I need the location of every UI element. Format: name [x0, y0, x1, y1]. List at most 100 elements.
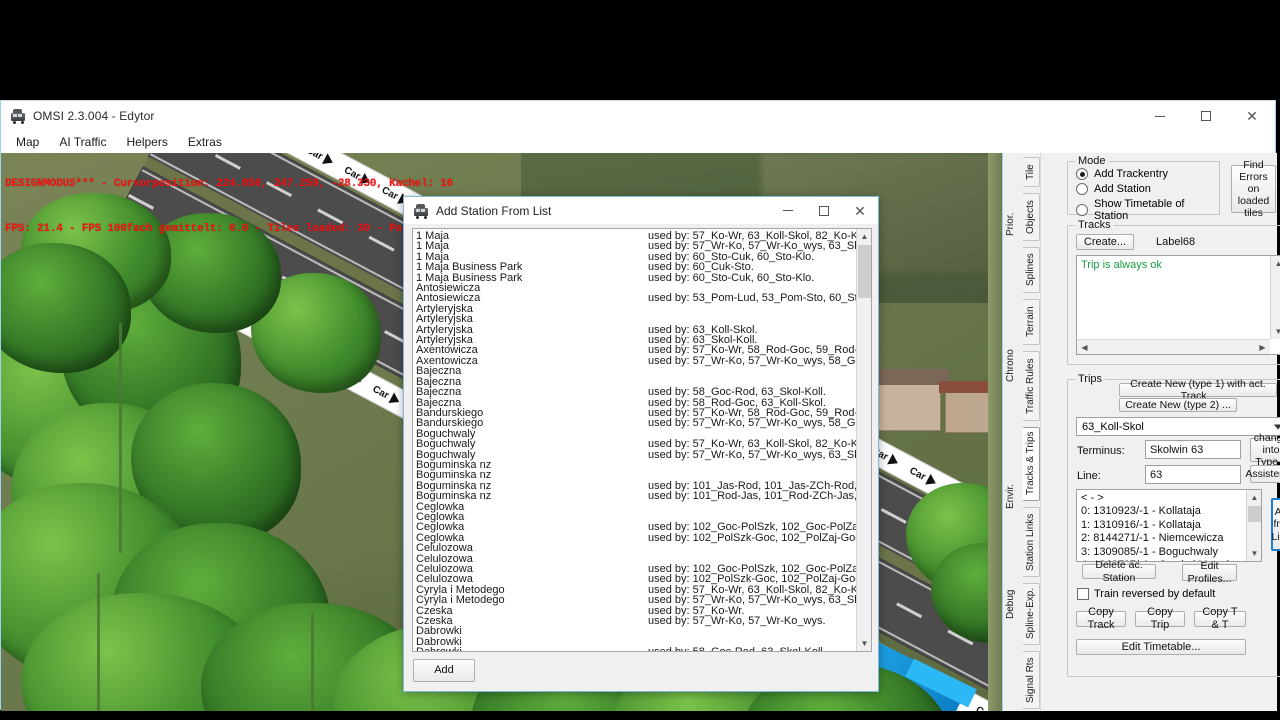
- line-input[interactable]: 63: [1145, 465, 1241, 484]
- trip-select-value: 63_Koll-Skol: [1082, 420, 1144, 433]
- radio-indicator: [1076, 183, 1088, 195]
- list-item[interactable]: 1: 1310916/-1 - Kollataja: [1081, 519, 1245, 532]
- change-into-type2-button[interactable]: change into Type 2: [1250, 432, 1280, 468]
- table-row[interactable]: Axentowicza used by: 57_Wr-Ko, 57_Wr-Ko_w…: [416, 355, 871, 366]
- chevron-down-icon: [1274, 424, 1280, 429]
- table-row[interactable]: Dabrowki: [416, 626, 854, 637]
- scroll-thumb[interactable]: [858, 245, 871, 298]
- table-row[interactable]: Cyryla i Metodego used by: 57_Wr-Ko, 57_W…: [416, 594, 871, 605]
- sidebar-tab-spline-exp[interactable]: Spline-Exp.: [1023, 583, 1040, 645]
- table-row[interactable]: 1 Maja Business Park used by: 60_Sto-Cuk,…: [416, 272, 854, 283]
- delete-ac-station-button[interactable]: Delete ac. Station: [1082, 559, 1156, 584]
- menu-extras[interactable]: Extras: [179, 133, 231, 151]
- edit-timetable-button[interactable]: Edit Timetable...: [1076, 639, 1246, 655]
- table-row[interactable]: Celulozowa: [416, 542, 854, 553]
- outer-tab-strip: Prior. Chrono Envir. Debug: [1003, 153, 1021, 711]
- copy-track-button[interactable]: Copy Track: [1076, 606, 1126, 631]
- create-new-type2-button[interactable]: Create New (type 2) ...: [1119, 398, 1237, 412]
- radio-add-trackentry[interactable]: Add Trackentry: [1076, 168, 1219, 180]
- sidebar-tab-terrain[interactable]: Terrain: [1023, 299, 1040, 345]
- sidebar-tab-signal-rts[interactable]: Signal Rts: [1023, 651, 1040, 709]
- station-source-scrollbar[interactable]: ▲ ▼: [856, 229, 871, 651]
- outer-tab-debug[interactable]: Debug: [1003, 573, 1021, 635]
- dialog-titlebar: Add Station From List ✕: [404, 197, 878, 224]
- scroll-left-icon[interactable]: ◀: [1077, 340, 1092, 354]
- memo-vertical-scrollbar[interactable]: ▲ ▼: [1270, 256, 1280, 339]
- scroll-down-icon[interactable]: ▼: [1271, 324, 1280, 339]
- sidebar-tab-objects[interactable]: Objects: [1023, 193, 1040, 241]
- create-track-button[interactable]: Create...: [1076, 234, 1134, 250]
- table-row[interactable]: Artyleryjska: [416, 303, 854, 314]
- scroll-thumb[interactable]: [1248, 506, 1261, 522]
- arrow-icon: [887, 453, 901, 469]
- radio-label: Add Station: [1094, 183, 1151, 195]
- dialog-maximize-button[interactable]: [806, 197, 842, 224]
- outer-tab-prior[interactable]: Prior.: [1003, 195, 1021, 253]
- scroll-up-icon[interactable]: ▲: [857, 229, 871, 244]
- scroll-down-icon[interactable]: ▼: [857, 636, 871, 651]
- table-row[interactable]: Boguchwaly used by: 57_Ko-Wr, 63_Koll-Sko…: [416, 438, 871, 449]
- minimize-button[interactable]: [1137, 101, 1183, 131]
- station-source-list[interactable]: 1 Maja used by: 57_Ko-Wr, 63_Koll-Skol, 8…: [412, 228, 872, 652]
- list-item[interactable]: 3: 1309085/-1 - Boguchwaly: [1081, 546, 1245, 559]
- scroll-up-icon[interactable]: ▲: [1247, 490, 1261, 505]
- station-used-by: used by: 53_Pom-Lud, 53_Pom-Sto, 60_Sto-…: [648, 292, 871, 305]
- maximize-button[interactable]: [1183, 101, 1229, 131]
- radio-add-station[interactable]: Add Station: [1076, 183, 1219, 195]
- sidebar-tab-tile[interactable]: Tile: [1023, 157, 1040, 187]
- station-used-by: used by: 102_PolSzk-Goc, 102_PolZaj-Goc,…: [648, 531, 871, 544]
- menu-helpers[interactable]: Helpers: [117, 133, 176, 151]
- table-row[interactable]: Boguminska nz used by: 101_Rod-Jas, 101_R…: [416, 490, 871, 501]
- menu-ai-traffic[interactable]: AI Traffic: [50, 133, 115, 151]
- station-list[interactable]: < - > 0: 1310923/-1 - Kollataja 1: 13109…: [1076, 489, 1262, 562]
- train-reversed-checkbox[interactable]: Train reversed by default: [1077, 588, 1215, 600]
- sidebar-tab-tracks-trips[interactable]: Tracks & Trips: [1023, 427, 1040, 501]
- table-row[interactable]: Ceglowka: [416, 501, 854, 512]
- trips-group-title: Trips: [1075, 373, 1106, 385]
- table-row[interactable]: Bajeczna used by: 58_Goc-Rod, 63_Skol-Kol…: [416, 386, 854, 399]
- scroll-right-icon[interactable]: ▶: [1255, 340, 1270, 354]
- list-item[interactable]: 0: 1310923/-1 - Kollataja: [1081, 505, 1245, 518]
- radio-indicator: [1076, 204, 1088, 216]
- table-row[interactable]: Antosiewicza used by: 53_Pom-Lud, 53_Pom-…: [416, 293, 871, 304]
- scroll-down-icon[interactable]: ▼: [1247, 546, 1261, 561]
- table-row[interactable]: Bajeczna: [416, 366, 854, 377]
- terminus-input[interactable]: Skolwin 63: [1145, 440, 1241, 459]
- find-errors-button[interactable]: Find Errors on loaded tiles: [1231, 159, 1276, 219]
- sidebar-tab-traffic-rules[interactable]: Traffic Rules: [1023, 351, 1040, 421]
- trip-status-memo[interactable]: Trip is always ok ▲ ▼ ◀ ▶: [1076, 255, 1280, 355]
- dialog-close-button[interactable]: ✕: [842, 197, 878, 224]
- trip-select-combo[interactable]: 63_Koll-Skol: [1076, 417, 1280, 436]
- station-name: Bajeczna: [416, 386, 462, 399]
- table-row[interactable]: Czeska used by: 57_Wr-Ko, 57_Wr-Ko_wys.: [416, 615, 854, 626]
- add-from-list-button[interactable]: Add from List...: [1271, 498, 1280, 551]
- table-row[interactable]: Ceglowka used by: 102_PolSzk-Goc, 102_Pol…: [416, 532, 871, 543]
- close-button[interactable]: ✕: [1229, 101, 1275, 131]
- station-list-scrollbar[interactable]: ▲ ▼: [1246, 490, 1261, 561]
- add-station-dialog: Add Station From List ✕ 1 Maja used by: 5…: [403, 196, 879, 692]
- checkbox-indicator: [1077, 588, 1089, 600]
- menu-map[interactable]: Map: [7, 133, 48, 151]
- memo-horizontal-scrollbar[interactable]: ◀ ▶: [1077, 339, 1270, 354]
- sidebar-tab-station-links[interactable]: Station Links: [1023, 507, 1040, 577]
- station-used-by: used by: 57_Wr-Ko, 57_Wr-Ko_wys, 58_Goc-…: [648, 354, 871, 367]
- assistent-button[interactable]: Assistent...: [1245, 465, 1280, 483]
- create-new-type1-button[interactable]: Create New (type 1) with act. Track...: [1119, 378, 1277, 402]
- bus-icon: [413, 203, 429, 219]
- copy-trip-button[interactable]: Copy Trip: [1135, 606, 1185, 631]
- table-row[interactable]: Artyleryjska: [416, 314, 854, 325]
- bus-icon: [10, 108, 26, 124]
- table-row[interactable]: Bandurskiego used by: 57_Wr-Ko, 57_Wr-Ko_…: [416, 418, 871, 429]
- table-row[interactable]: Artyleryjska used by: 63_Koll-Skol.: [416, 324, 854, 335]
- track-label: Label68: [1156, 236, 1196, 248]
- add-station-button[interactable]: Add: [413, 659, 475, 682]
- list-item[interactable]: < - >: [1081, 492, 1245, 505]
- copy-t-and-t-button[interactable]: Copy T & T: [1194, 606, 1246, 631]
- outer-tab-chrono[interactable]: Chrono: [1003, 331, 1021, 401]
- dialog-minimize-button[interactable]: [770, 197, 806, 224]
- scroll-up-icon[interactable]: ▲: [1271, 256, 1280, 271]
- list-item[interactable]: 2: 8144271/-1 - Niemcewicza: [1081, 532, 1245, 545]
- sidebar-tab-splines[interactable]: Splines: [1023, 247, 1040, 293]
- edit-profiles-button[interactable]: Edit Profiles...: [1182, 560, 1237, 585]
- outer-tab-envir[interactable]: Envir.: [1003, 465, 1021, 527]
